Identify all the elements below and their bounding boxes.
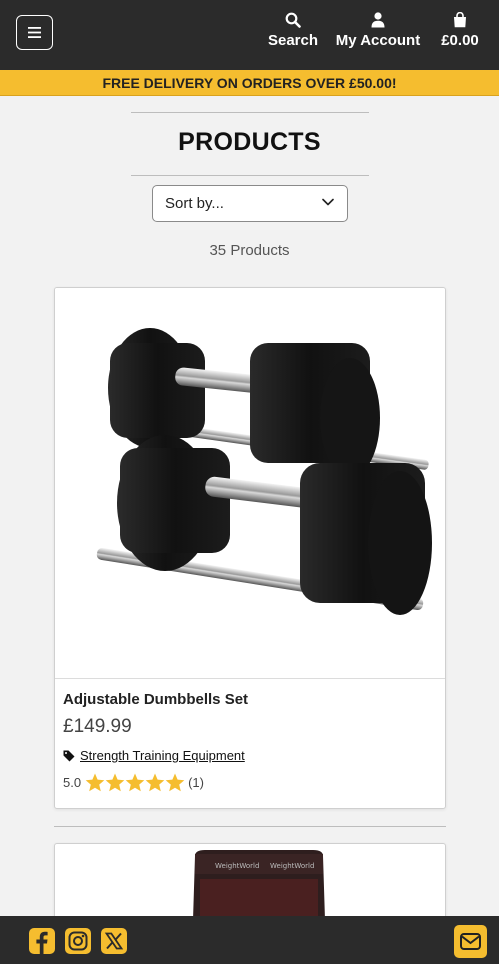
instagram-icon[interactable]	[64, 927, 92, 955]
product-divider	[54, 826, 446, 827]
sort-dropdown[interactable]: Sort by...	[152, 185, 348, 222]
hamburger-icon	[28, 27, 41, 38]
search-button[interactable]: Search	[266, 12, 320, 49]
star-icon	[165, 773, 185, 792]
rating-value: 5.0	[63, 775, 82, 790]
my-account-button[interactable]: My Account	[333, 12, 423, 49]
star-icon	[125, 773, 145, 792]
product-image[interactable]	[55, 288, 445, 679]
top-navigation-bar: Search My Account £0.00	[0, 0, 499, 70]
my-account-label: My Account	[335, 32, 421, 49]
rating-count: (1)	[188, 775, 204, 790]
product-card[interactable]: Adjustable Dumbbells Set £149.99 Strengt…	[54, 287, 446, 809]
svg-text:WeightWorld: WeightWorld	[270, 862, 314, 870]
svg-text:WeightWorld: WeightWorld	[215, 862, 259, 870]
free-delivery-banner: FREE DELIVERY ON ORDERS OVER £50.00!	[0, 70, 499, 96]
contact-button[interactable]	[454, 925, 487, 958]
product-category: Strength Training Equipment	[63, 748, 245, 763]
star-icon	[105, 773, 125, 792]
rating-stars	[85, 773, 185, 792]
shopping-bag-icon	[454, 12, 466, 28]
product-price: £149.99	[63, 716, 132, 737]
category-link[interactable]: Strength Training Equipment	[80, 748, 245, 763]
page-title: PRODUCTS	[178, 128, 321, 156]
dumbbells-image	[96, 328, 432, 615]
title-divider-top	[131, 112, 369, 113]
search-label: Search	[267, 32, 319, 49]
footer-bar	[0, 916, 499, 964]
basket-total: £0.00	[441, 32, 479, 49]
tag-icon	[63, 750, 75, 761]
product-name[interactable]: Adjustable Dumbbells Set	[63, 691, 248, 708]
facebook-icon[interactable]	[28, 927, 56, 955]
product-count: 35 Products	[209, 242, 290, 259]
star-icon	[85, 773, 105, 792]
star-icon	[145, 773, 165, 792]
user-icon	[371, 12, 385, 28]
search-icon	[285, 12, 301, 28]
title-divider-bottom	[131, 175, 369, 176]
sort-selected-value: Sort by...	[165, 195, 224, 212]
product-rating: 5.0 (1)	[63, 773, 204, 792]
menu-button[interactable]	[16, 15, 53, 50]
envelope-icon	[460, 933, 481, 950]
basket-button[interactable]: £0.00	[436, 12, 484, 49]
chevron-down-icon	[322, 198, 334, 206]
x-twitter-icon[interactable]	[100, 927, 128, 955]
